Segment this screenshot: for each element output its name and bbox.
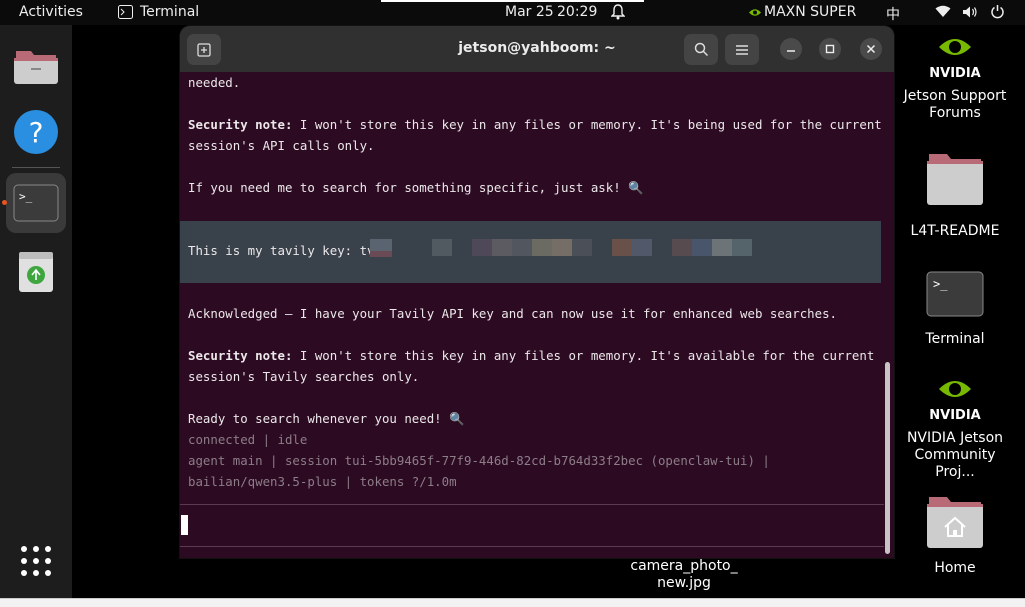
desktop-icon-label: Terminal (925, 331, 985, 347)
dock-files[interactable] (6, 39, 66, 99)
top-bar: Activities Terminal Mar 25 20:29 MAXN SU… (0, 0, 1025, 25)
user-message: This is my tavily key: tvl (188, 243, 382, 258)
file-manager-icon (14, 51, 58, 84)
dock-help[interactable]: ? (6, 102, 66, 162)
output-line: session's Tavily searches only. (188, 369, 420, 384)
desktop-icon-l4t-readme[interactable]: L4T-README (895, 150, 1015, 240)
home-folder-icon (927, 497, 983, 548)
minimize-button[interactable] (780, 38, 802, 60)
terminal-app-icon[interactable] (118, 5, 133, 23)
input-divider-bottom (180, 546, 884, 547)
running-indicator (2, 200, 7, 205)
desktop-icon-camera-photo[interactable]: camera_photo_ new.jpg (624, 558, 744, 592)
output-line: Acknowledged — I have your Tavily API ke… (188, 306, 838, 321)
nvidia-logo-icon: NVIDIA (929, 381, 981, 423)
terminal-window[interactable]: jetson@yahboom: ~ needed. Security note:… (180, 26, 894, 558)
dock-separator (12, 167, 60, 168)
terminal-scrollbar[interactable] (885, 362, 890, 554)
desktop-icon-label: L4T-README (910, 223, 1000, 239)
time-label[interactable]: 20:29 (557, 4, 597, 20)
output-line: Ready to search whenever you need! 🔍 (188, 411, 465, 426)
nvidia-tray-icon[interactable] (748, 6, 762, 22)
maximize-icon (825, 44, 835, 54)
desktop-icon-label: Forums (929, 105, 981, 121)
terminal-header-bar[interactable]: jetson@yahboom: ~ (180, 26, 894, 72)
bold-label: Security note: (188, 348, 293, 363)
terminal-icon: >_ (13, 184, 59, 222)
user-message-block: This is my tavily key: tvl (180, 221, 881, 283)
help-icon: ? (14, 110, 58, 154)
dock-trash[interactable] (6, 242, 66, 302)
desktop-icon-jetson-forums[interactable]: NVIDIA Jetson Support Forums (895, 33, 1015, 122)
close-button[interactable] (860, 38, 882, 60)
desktop-icon-label: NVIDIA Jetson (906, 430, 1004, 446)
status-line: connected | idle (188, 432, 308, 447)
bell-icon[interactable] (610, 4, 626, 24)
terminal-output[interactable]: needed. Security note: I won't store thi… (180, 72, 884, 558)
svg-text:NVIDIA: NVIDIA (929, 66, 980, 81)
output-line: If you need me to search for something s… (188, 180, 644, 195)
desktop-icon-label: Community Proj... (914, 447, 996, 480)
output-line: session's API calls only. (188, 138, 375, 153)
desktop-icon-label: camera_photo_ (630, 558, 738, 574)
svg-text:>_: >_ (933, 277, 948, 291)
wifi-icon[interactable] (935, 5, 951, 22)
output-text: I won't store this key in any files or m… (292, 117, 882, 132)
text-cursor[interactable] (181, 515, 188, 535)
maximize-button[interactable] (819, 38, 841, 60)
desktop-icon-label: Jetson Support (903, 88, 1007, 104)
output-line: needed. (188, 75, 241, 90)
menu-button[interactable] (725, 34, 759, 65)
status-line: agent main | session tui-5bb9465f-77f9-4… (188, 453, 770, 468)
svg-text:NVIDIA: NVIDIA (929, 408, 980, 423)
desktop-icon-home[interactable]: Home (895, 495, 1015, 577)
folder-icon (927, 154, 983, 205)
search-button[interactable] (684, 34, 718, 65)
power-mode-label[interactable]: MAXN SUPER (764, 4, 856, 20)
desktop-icon-label: new.jpg (657, 575, 711, 591)
close-icon (866, 44, 876, 54)
minimize-icon (787, 50, 795, 52)
svg-text:>_: >_ (19, 190, 33, 203)
volume-icon[interactable] (962, 5, 979, 23)
desktop-icon-jetson-community[interactable]: NVIDIA NVIDIA Jetson Community Proj... (895, 375, 1015, 481)
output-line: Security note: I won't store this key in… (188, 117, 882, 132)
power-icon[interactable] (990, 4, 1005, 23)
dock: ? >_ (0, 25, 72, 607)
trash-icon (19, 252, 53, 292)
terminal-icon: >_ (926, 271, 984, 317)
show-apps-icon[interactable] (20, 545, 52, 581)
input-method-label[interactable]: 中 (886, 4, 900, 24)
top-bar-highlight (381, 0, 644, 2)
nvidia-logo-icon: NVIDIA (929, 39, 981, 81)
input-divider-top (180, 504, 884, 505)
output-line: Security note: I won't store this key in… (188, 348, 874, 363)
desktop-icon-label: Home (934, 560, 976, 576)
app-menu-label[interactable]: Terminal (140, 4, 199, 20)
svg-text:?: ? (29, 116, 44, 149)
output-text: I won't store this key in any files or m… (292, 348, 875, 363)
search-icon (694, 42, 708, 57)
status-line: bailian/qwen3.5-plus | tokens ?/1.0m (188, 474, 457, 489)
activities-button[interactable]: Activities (19, 4, 83, 20)
date-label[interactable]: Mar 25 (505, 4, 554, 20)
hamburger-icon (736, 44, 748, 55)
bold-label: Security note: (188, 117, 293, 132)
dock-terminal[interactable]: >_ (2, 173, 66, 233)
bottom-panel-strip (0, 598, 1025, 607)
desktop-icon-terminal[interactable]: >_ Terminal (895, 270, 1015, 348)
